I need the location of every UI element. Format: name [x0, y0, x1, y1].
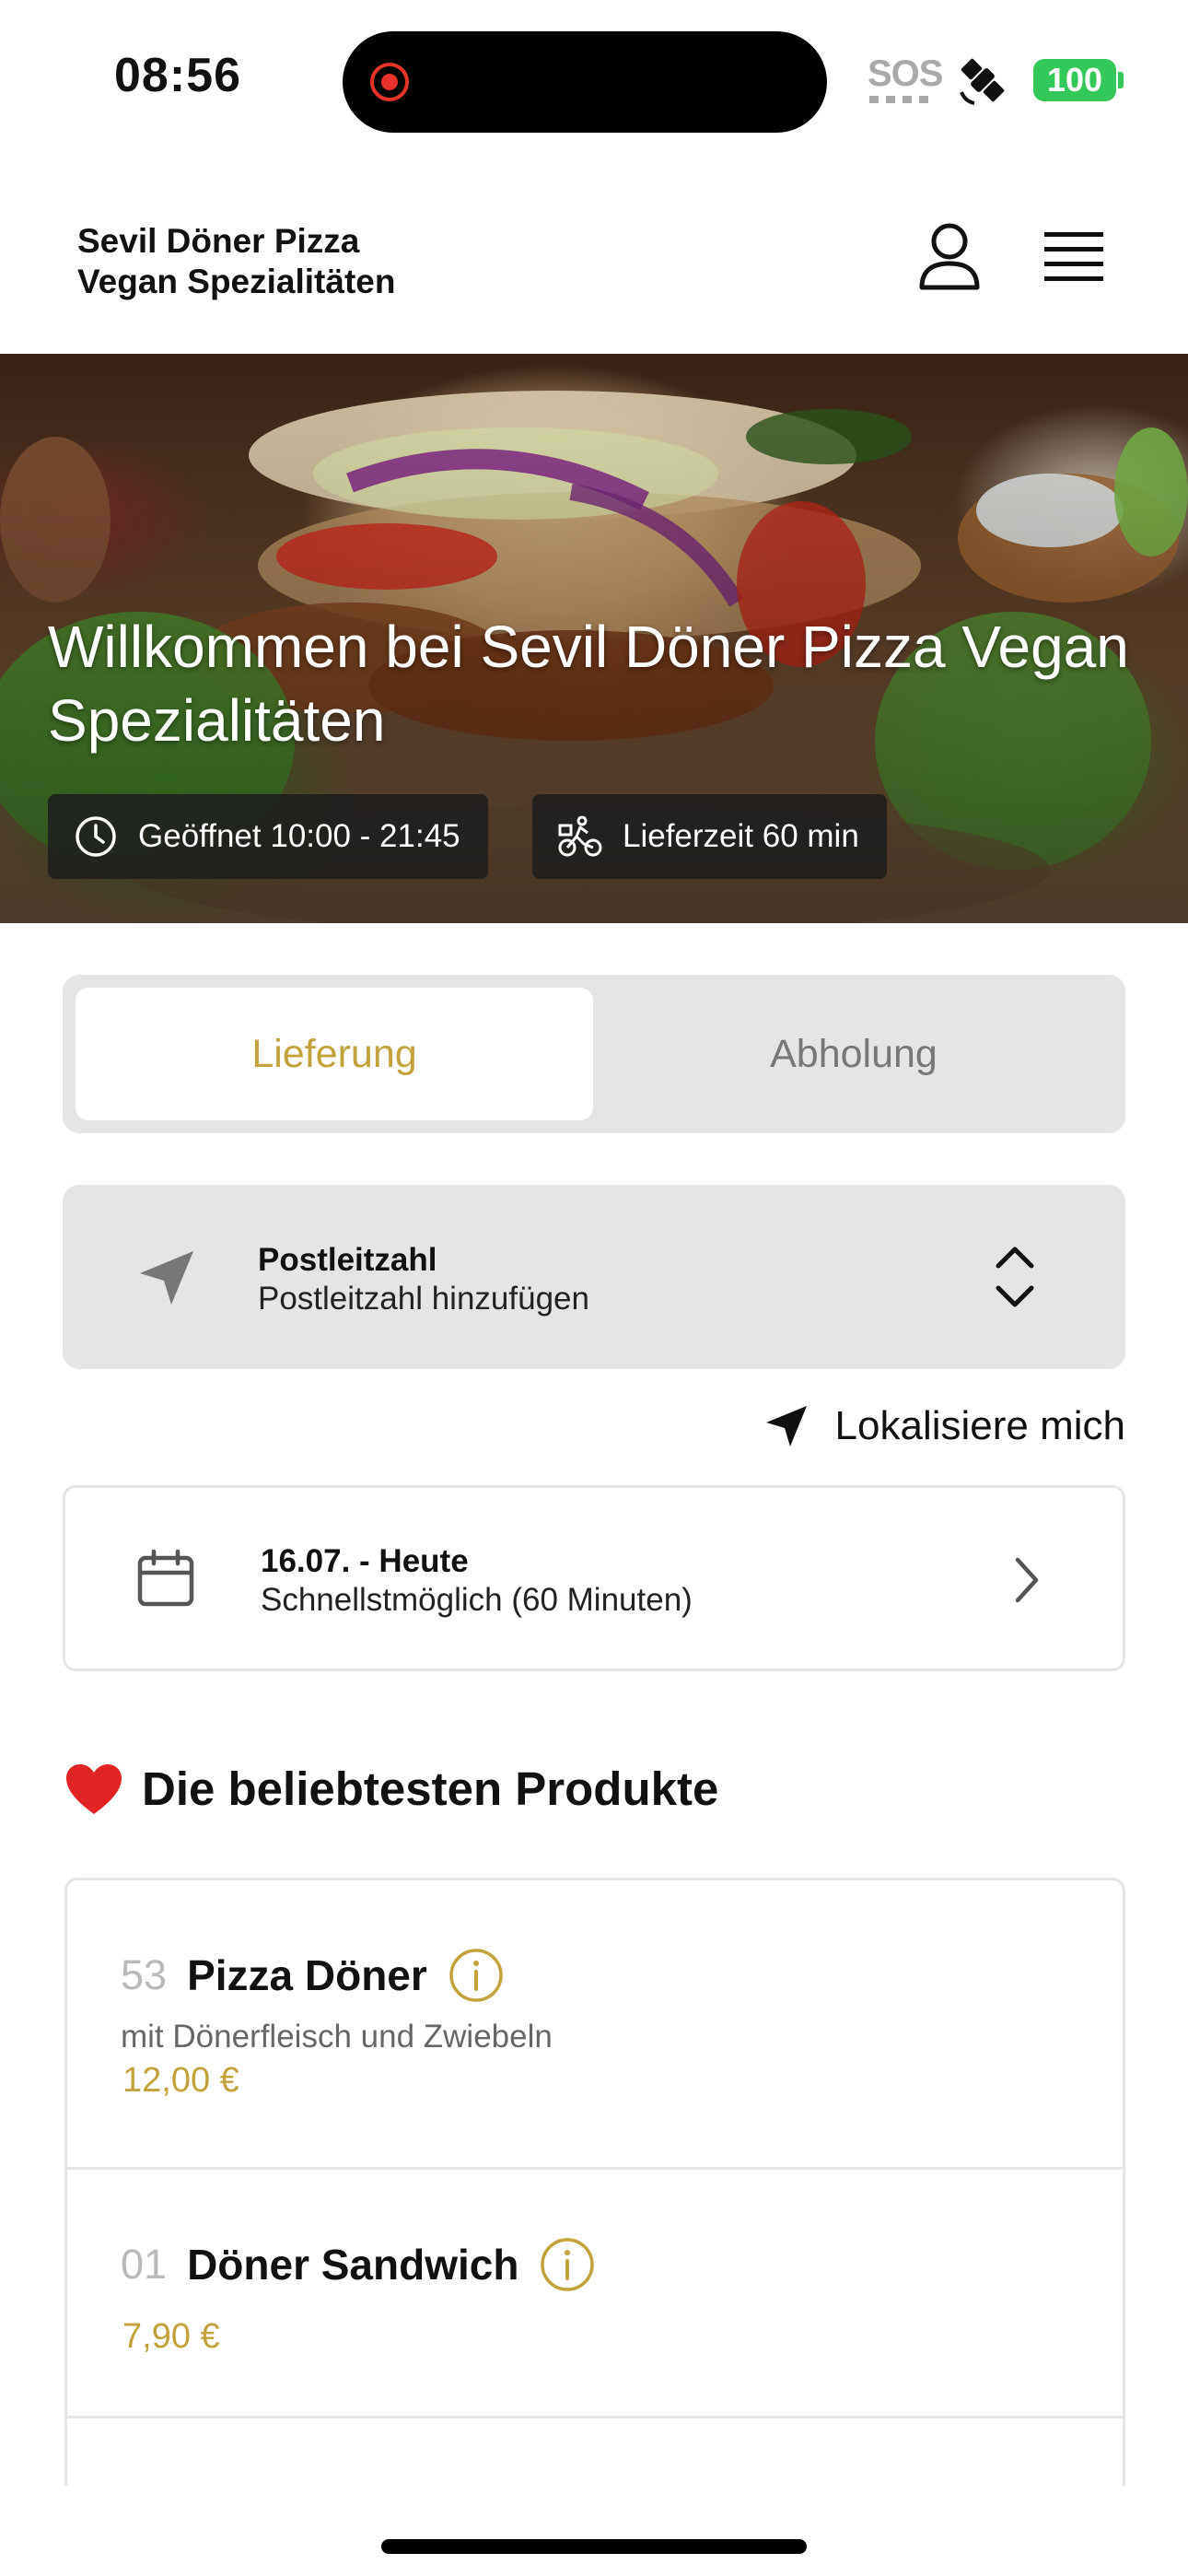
location-arrow-icon — [765, 1406, 807, 1446]
home-indicator[interactable] — [381, 2539, 807, 2554]
hero-banner: Willkommen bei Sevil Döner Pizza Vegan S… — [0, 354, 1188, 923]
popular-title-text: Die beliebtesten Produkte — [142, 1762, 719, 1815]
tab-pickup[interactable]: Abholung — [595, 988, 1112, 1120]
info-icon[interactable] — [539, 2236, 596, 2293]
status-bar: 08:56 SOS 100 — [0, 0, 1188, 157]
product-item-partial[interactable] — [67, 2418, 1123, 2486]
bike-courier-icon — [558, 815, 602, 857]
product-number: 53 — [121, 1951, 168, 1998]
locate-me-label: Lokalisiere mich — [834, 1403, 1125, 1448]
product-name: Döner Sandwich — [187, 2241, 519, 2289]
user-icon[interactable] — [917, 221, 982, 293]
tab-delivery[interactable]: Lieferung — [76, 988, 593, 1120]
brand-line-1: Sevil Döner Pizza — [77, 222, 360, 260]
product-list: 53 Pizza Döner mit Dönerfleisch und Zwie… — [64, 1878, 1125, 2486]
locate-me-button[interactable]: Lokalisiere mich — [763, 1397, 1125, 1456]
product-item[interactable]: 01 Döner Sandwich 7,90 € — [67, 2170, 1123, 2418]
postcode-placeholder: Postleitzahl hinzufügen — [258, 1281, 589, 1317]
dynamic-island — [343, 31, 827, 133]
sos-indicator: SOS — [868, 53, 943, 94]
postcode-label: Postleitzahl — [258, 1242, 437, 1278]
menu-icon[interactable] — [1044, 230, 1103, 284]
product-heading: 53 Pizza Döner — [121, 1947, 505, 2004]
heart-icon — [66, 1763, 122, 1814]
clock-icon — [76, 816, 116, 857]
product-heading: 01 Döner Sandwich — [121, 2236, 596, 2293]
location-arrow-icon — [140, 1251, 193, 1305]
opening-hours-badge: Geöffnet 10:00 - 21:45 — [48, 794, 488, 879]
popular-section-title: Die beliebtesten Produkte — [64, 1762, 718, 1816]
delivery-date-selector[interactable]: 16.07. - Heute Schnellstmöglich (60 Minu… — [63, 1485, 1125, 1671]
signal-dots — [869, 96, 930, 103]
delivery-time-badge: Lieferzeit 60 min — [532, 794, 887, 879]
app-screen: 08:56 SOS 100 Sevil Döner Pizza Vegan Sp… — [0, 0, 1188, 2576]
chevron-right-icon — [1015, 1557, 1039, 1603]
date-subtitle: Schnellstmöglich (60 Minuten) — [261, 1582, 693, 1618]
calendar-icon — [137, 1549, 194, 1607]
restaurant-name[interactable]: Sevil Döner Pizza Vegan Spezialitäten — [77, 221, 395, 302]
postcode-selector[interactable]: Postleitzahl Postleitzahl hinzufügen — [63, 1185, 1125, 1369]
hero-title: Willkommen bei Sevil Döner Pizza Vegan S… — [48, 614, 1129, 754]
battery-indicator: 100 — [1033, 59, 1116, 101]
product-price: 7,90 € — [122, 2317, 220, 2356]
app-header: Sevil Döner Pizza Vegan Spezialitäten — [0, 184, 1188, 354]
product-description: mit Dönerfleisch und Zwiebeln — [121, 2019, 553, 2055]
product-name: Pizza Döner — [187, 1951, 427, 1999]
product-number: 01 — [121, 2241, 168, 2288]
satellite-icon — [960, 58, 1005, 105]
brand-line-2: Vegan Spezialitäten — [77, 263, 396, 300]
opening-hours-text: Geöffnet 10:00 - 21:45 — [138, 818, 460, 854]
order-mode-toggle: Lieferung Abholung — [63, 975, 1125, 1133]
screen-record-icon — [370, 63, 409, 101]
info-icon[interactable] — [448, 1947, 505, 2004]
delivery-time-text: Lieferzeit 60 min — [623, 818, 859, 854]
product-price: 12,00 € — [122, 2061, 239, 2100]
status-time: 08:56 — [114, 49, 241, 102]
battery-tip — [1118, 72, 1124, 88]
product-item[interactable]: 53 Pizza Döner mit Dönerfleisch und Zwie… — [67, 1880, 1123, 2170]
chevron-up-down-icon — [996, 1247, 1034, 1307]
date-title: 16.07. - Heute — [261, 1543, 469, 1579]
